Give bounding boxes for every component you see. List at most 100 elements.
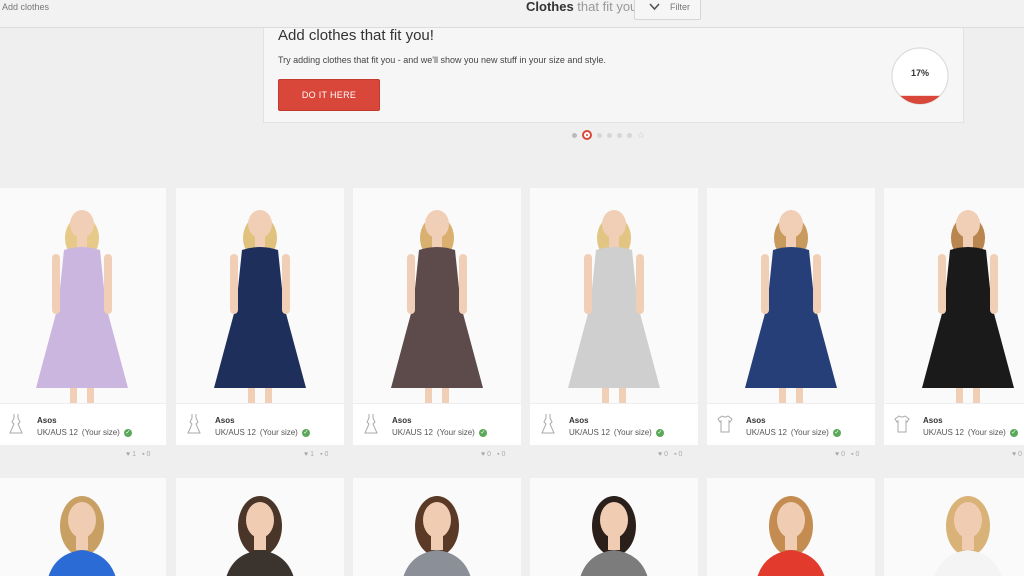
filter-button[interactable]: Filter (634, 0, 701, 20)
check-icon: ✓ (123, 428, 132, 437)
product-card[interactable] (707, 478, 875, 576)
size-note: (Your size) (259, 428, 298, 437)
product-photo-frame[interactable] (353, 188, 521, 403)
comment-count: 0 (855, 451, 860, 458)
check-icon: ✓ (478, 428, 487, 437)
progress-label: 17% (910, 68, 929, 78)
carousel-dot[interactable] (627, 132, 632, 138)
product-photo-frame[interactable] (884, 188, 1024, 403)
product-photo (353, 478, 521, 576)
product-card[interactable]: Asos UK/AUS 12 (Your size) ✓ (353, 188, 521, 445)
product-info: Asos UK/AUS 12 (Your size) ✓ (176, 403, 344, 445)
product-card[interactable]: Asos UK/AUS 12 (Your size) ✓ (0, 188, 166, 445)
comment-button[interactable]: ▪ 0 (674, 451, 682, 458)
product-card[interactable]: Asos UK/AUS 12 (Your size) ✓ (707, 188, 875, 445)
heart-icon: ♥ (126, 451, 131, 458)
like-count: 0 (664, 451, 669, 458)
product-card[interactable] (884, 478, 1024, 576)
tshirt-icon (717, 415, 733, 433)
product-card[interactable]: Asos UK/AUS 12 (Your size) ✓ (884, 188, 1024, 445)
comment-button[interactable]: ▪ 0 (851, 451, 859, 458)
carousel-dots: ☆ (572, 130, 645, 140)
dress-icon (187, 414, 201, 434)
carousel-dot[interactable] (597, 132, 602, 138)
product-photo (530, 188, 698, 403)
product-photo-frame[interactable] (0, 188, 166, 403)
comment-count: 0 (146, 451, 151, 458)
tshirt-icon (894, 415, 910, 433)
size-value: UK/AUS 12 (37, 428, 78, 437)
comment-button[interactable]: ▪ 0 (142, 451, 150, 458)
like-button[interactable]: ♥ 0 (481, 451, 491, 458)
comment-count: 0 (501, 451, 506, 458)
add-clothes-link[interactable]: Add clothes (2, 2, 49, 12)
product-card[interactable] (176, 478, 344, 576)
heart-icon: ♥ (835, 451, 840, 458)
comment-icon: ▪ (674, 451, 677, 458)
carousel-dot[interactable] (607, 132, 612, 138)
product-card[interactable] (353, 478, 521, 576)
promo-title: Add clothes that fit you! (278, 27, 434, 44)
like-button[interactable]: ♥ 0 (1012, 451, 1022, 458)
filter-label: Filter (670, 2, 690, 12)
product-brand: Asos (392, 416, 412, 425)
product-stats: ♥0 ▪0 (658, 451, 682, 458)
product-photo (707, 478, 875, 576)
product-brand: Asos (215, 416, 235, 425)
heart-icon: ♥ (304, 451, 309, 458)
like-button[interactable]: ♥ 0 (658, 451, 668, 458)
like-button[interactable]: ♥ 1 (126, 451, 136, 458)
carousel-dot[interactable] (617, 132, 622, 138)
size-value: UK/AUS 12 (746, 428, 787, 437)
promo-text: Try adding clothes that fit you - and we… (278, 55, 606, 65)
product-photo (884, 188, 1024, 403)
product-stats: ♥ 1 ▪ 0 (126, 451, 150, 458)
like-count: 0 (487, 451, 492, 458)
product-size: UK/AUS 12 (Your size) ✓ (746, 428, 841, 437)
product-size: UK/AUS 12 (Your size) ✓ (392, 428, 487, 437)
check-icon: ✓ (301, 428, 310, 437)
product-photo-frame[interactable] (707, 188, 875, 403)
heart-icon: ♥ (481, 451, 486, 458)
product-info: Asos UK/AUS 12 (Your size) ✓ (353, 403, 521, 445)
size-note: (Your size) (436, 428, 475, 437)
check-icon: ✓ (655, 428, 664, 437)
comment-icon: ▪ (851, 451, 854, 458)
check-icon: ✓ (1009, 428, 1018, 437)
product-info: Asos UK/AUS 12 (Your size) ✓ (884, 403, 1024, 445)
product-photo (530, 478, 698, 576)
product-card[interactable] (0, 478, 166, 576)
comment-icon: ▪ (320, 451, 323, 458)
size-note: (Your size) (967, 428, 1006, 437)
size-value: UK/AUS 12 (392, 428, 433, 437)
dress-icon (541, 414, 555, 434)
like-button[interactable]: ♥ 1 (304, 451, 314, 458)
carousel-dot-active[interactable] (582, 130, 592, 140)
star-icon[interactable]: ☆ (637, 131, 645, 140)
size-note: (Your size) (81, 428, 120, 437)
comment-button[interactable]: ▪ 0 (320, 451, 328, 458)
product-photo-frame[interactable] (530, 188, 698, 403)
product-card[interactable]: Asos UK/AUS 12 (Your size) ✓ (176, 188, 344, 445)
product-stats: ♥0 ▪0 (835, 451, 859, 458)
product-photo (884, 478, 1024, 576)
check-icon: ✓ (832, 428, 841, 437)
dress-icon (9, 414, 23, 434)
product-card[interactable]: Asos UK/AUS 12 (Your size) ✓ (530, 188, 698, 445)
product-info: Asos UK/AUS 12 (Your size) ✓ (530, 403, 698, 445)
top-bar: Add clothes Clothes that fit you Filter (0, 0, 1024, 28)
product-brand: Asos (923, 416, 943, 425)
product-photo (0, 478, 166, 576)
page-title-light: that fit you (577, 0, 638, 14)
product-size: UK/AUS 12 (Your size) ✓ (37, 428, 132, 437)
like-button[interactable]: ♥ 0 (835, 451, 845, 458)
do-it-here-button[interactable]: DO IT HERE (278, 79, 380, 111)
comment-count: 0 (678, 451, 683, 458)
size-value: UK/AUS 12 (923, 428, 964, 437)
carousel-dot[interactable] (572, 132, 577, 138)
comment-button[interactable]: ▪ 0 (497, 451, 505, 458)
product-card[interactable] (530, 478, 698, 576)
comment-icon: ▪ (142, 451, 145, 458)
product-photo-frame[interactable] (176, 188, 344, 403)
promo-card: Add clothes that fit you! Try adding clo… (263, 27, 964, 123)
